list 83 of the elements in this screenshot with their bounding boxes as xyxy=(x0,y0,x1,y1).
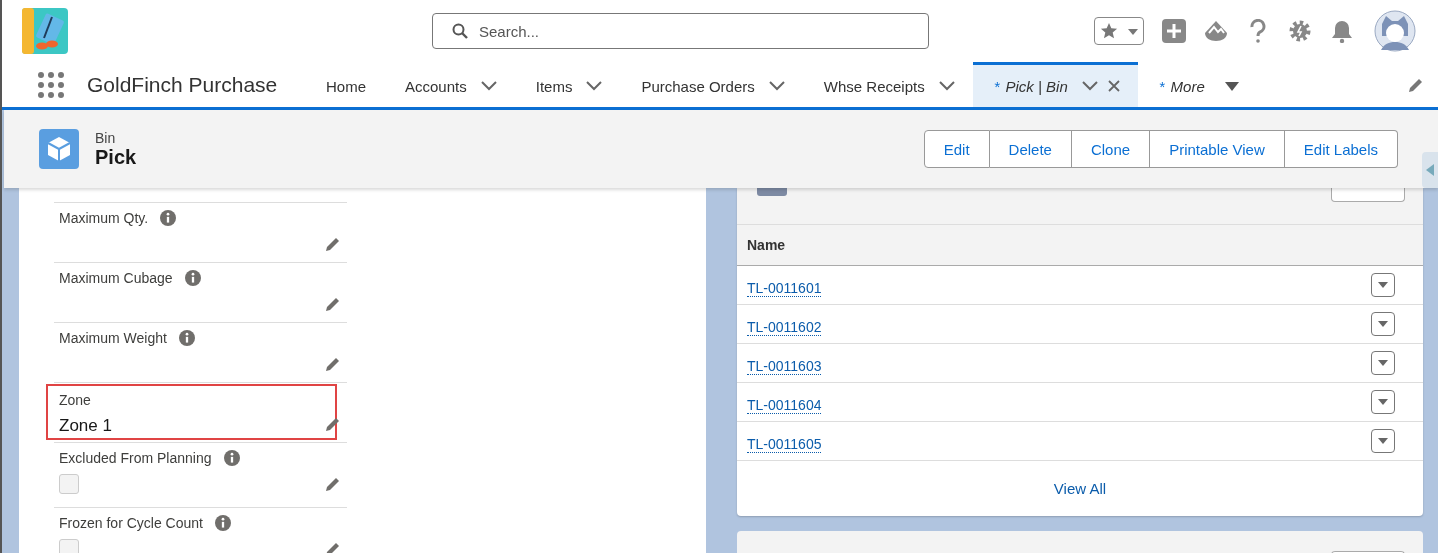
caret-icon xyxy=(1378,399,1388,405)
row-actions-button[interactable] xyxy=(1371,390,1395,414)
info-icon[interactable] xyxy=(223,450,240,466)
action-button[interactable]: Edit xyxy=(923,130,990,168)
app-name: GoldFinch Purchase xyxy=(87,72,279,97)
search-icon xyxy=(452,23,468,39)
chevron-down-icon[interactable] xyxy=(938,81,955,91)
list-icon xyxy=(757,188,787,196)
record-link[interactable]: TL-0011601 xyxy=(747,279,822,297)
action-button[interactable]: Printable View xyxy=(1150,130,1285,168)
view-all-link[interactable]: View All xyxy=(1053,480,1107,497)
column-header: Name xyxy=(747,237,786,253)
tab-label: More xyxy=(1170,77,1205,95)
field-label: Excluded From Planning xyxy=(59,450,212,466)
edit-icon[interactable] xyxy=(325,416,341,432)
field-label: Maximum Cubage xyxy=(59,270,173,286)
tab-label: Purchase Orders xyxy=(641,77,755,95)
caret-icon xyxy=(1378,438,1388,444)
mountain-icon[interactable] xyxy=(1204,19,1228,43)
nav-tab[interactable]: * Pick | Bin xyxy=(972,62,1138,107)
field-label: Maximum Weight xyxy=(59,330,167,346)
close-icon[interactable] xyxy=(1107,80,1120,92)
edit-icon[interactable] xyxy=(325,296,341,312)
nav-tab[interactable]: Purchase Orders xyxy=(620,62,803,107)
edit-nav-icon[interactable] xyxy=(1408,77,1424,93)
chevron-down-icon[interactable] xyxy=(586,81,603,91)
caret-icon xyxy=(1378,282,1388,288)
app-launcher-icon[interactable] xyxy=(37,70,65,99)
field-label: Frozen for Cycle Count xyxy=(59,515,203,531)
nav-tab[interactable]: Home xyxy=(326,62,384,107)
action-button[interactable]: Clone xyxy=(1071,130,1151,168)
chevron-down-icon[interactable] xyxy=(480,81,497,91)
cube-icon xyxy=(39,129,79,169)
row-actions-button[interactable] xyxy=(1371,312,1395,336)
record-link[interactable]: TL-0011603 xyxy=(747,357,822,375)
info-icon[interactable] xyxy=(160,210,177,226)
field-label: Maximum Qty. xyxy=(59,210,149,226)
edit-icon[interactable] xyxy=(325,541,341,553)
search-field[interactable]: Search... xyxy=(432,13,929,49)
tab-label: Whse Receipts xyxy=(823,77,925,95)
favorites-button[interactable] xyxy=(1094,17,1144,45)
record-link[interactable]: TL-0011602 xyxy=(747,318,822,336)
record-type: Bin xyxy=(95,129,117,146)
star-icon xyxy=(1100,22,1118,40)
nav-tab[interactable]: Items xyxy=(514,62,621,107)
nav-tab[interactable]: * More xyxy=(1137,62,1257,107)
app-logo xyxy=(22,8,68,54)
caret-icon xyxy=(1378,360,1388,366)
field-label: Zone xyxy=(59,392,91,408)
chevron-down-icon[interactable] xyxy=(1081,81,1098,91)
record-link[interactable]: TL-0011605 xyxy=(747,435,822,453)
avatar[interactable] xyxy=(1374,10,1416,52)
notifications-icon[interactable] xyxy=(1330,19,1354,43)
record-link[interactable]: TL-0011604 xyxy=(747,396,822,414)
row-actions-button[interactable] xyxy=(1371,273,1395,297)
edit-icon[interactable] xyxy=(325,236,341,252)
tab-label: Home xyxy=(326,77,366,95)
action-button[interactable]: Edit Labels xyxy=(1284,130,1398,168)
row-actions-button[interactable] xyxy=(1371,429,1395,453)
record-name: Pick xyxy=(95,145,137,169)
edit-icon[interactable] xyxy=(325,476,341,492)
caret-icon xyxy=(1378,321,1388,327)
edit-icon[interactable] xyxy=(325,356,341,372)
nav-tab[interactable]: Whse Receipts xyxy=(802,62,973,107)
tab-label: Pick | Bin xyxy=(1005,77,1068,95)
info-icon[interactable] xyxy=(214,515,231,531)
tab-label: Accounts xyxy=(405,77,467,95)
chevron-down-icon[interactable] xyxy=(768,81,785,91)
row-actions-button[interactable] xyxy=(1371,351,1395,375)
info-icon[interactable] xyxy=(178,330,195,346)
info-icon[interactable] xyxy=(184,270,201,286)
caret-icon xyxy=(1426,164,1434,176)
settings-icon[interactable] xyxy=(1288,19,1312,43)
action-button[interactable]: Delete xyxy=(989,130,1072,168)
caret-icon xyxy=(1128,29,1138,35)
add-icon[interactable] xyxy=(1162,19,1186,43)
caret-icon[interactable] xyxy=(1224,81,1239,91)
nav-tab[interactable]: Accounts xyxy=(384,62,515,107)
unsaved-marker: * xyxy=(1158,77,1165,95)
panel-toggle[interactable] xyxy=(1422,152,1438,188)
tab-label: Items xyxy=(535,77,573,95)
unsaved-marker: * xyxy=(993,77,1000,95)
field-value: Zone 1 xyxy=(59,416,112,435)
